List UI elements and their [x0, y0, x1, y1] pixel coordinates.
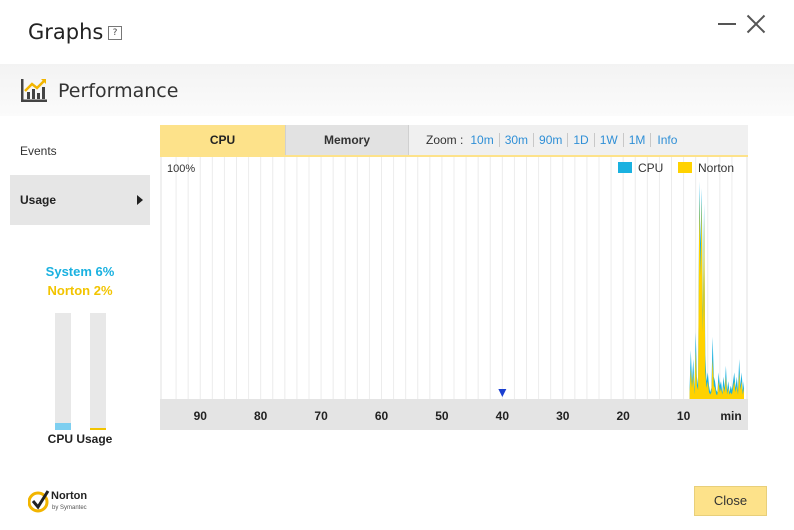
x-tick-label: 80	[254, 409, 268, 423]
x-tick-label: 40	[496, 409, 510, 423]
series-area-cpu	[689, 181, 744, 399]
section-title: Performance	[58, 80, 179, 102]
help-icon[interactable]: ?	[108, 26, 122, 40]
x-tick-label: 20	[616, 409, 630, 423]
graph-panel: CPU Memory Zoom :10m 30m 90m 1D 1W 1M Info 100…	[160, 125, 748, 430]
legend-label-cpu: CPU	[638, 161, 663, 175]
zoom-controls: Zoom :10m 30m 90m 1D 1W 1M Info	[426, 125, 677, 155]
info-link[interactable]: Info	[657, 133, 677, 147]
sidebar-item-label: Usage	[20, 193, 57, 207]
window-title: Graphs	[28, 20, 104, 44]
zoom-option-1m[interactable]: 1M	[623, 133, 652, 147]
norton-logo: Norton by Symantec	[27, 488, 108, 518]
cpu-chart-svg: 100% CPU Norton	[167, 157, 744, 399]
sidebar-item-events[interactable]: Events	[20, 144, 57, 158]
tab-cpu[interactable]: CPU	[160, 125, 285, 155]
zoom-option-10m[interactable]: 10m	[465, 133, 500, 147]
tab-memory[interactable]: Memory	[285, 125, 409, 155]
chevron-right-icon	[137, 195, 143, 205]
y-max-label: 100%	[167, 163, 195, 175]
system-usage-bar	[55, 313, 71, 430]
x-tick-label: 30	[556, 409, 570, 423]
norton-brand: Norton	[51, 490, 88, 502]
norton-usage-fill	[90, 428, 106, 430]
x-tick-label: 60	[375, 409, 389, 423]
x-axis: 90 80 70 60 50 40 30 20 10 min	[160, 399, 748, 430]
cpu-usage-caption: CPU Usage	[47, 432, 113, 446]
minimize-button[interactable]	[717, 12, 737, 32]
close-button[interactable]: Close	[694, 486, 767, 516]
x-tick-label: 70	[314, 409, 328, 423]
x-tick-label: 50	[435, 409, 449, 423]
zoom-option-1w[interactable]: 1W	[594, 133, 624, 147]
zoom-option-90m[interactable]: 90m	[534, 133, 569, 147]
norton-check-icon	[27, 490, 50, 513]
legend-label-norton: Norton	[698, 161, 734, 175]
zoom-label: Zoom :	[426, 133, 464, 147]
zoom-option-1d[interactable]: 1D	[568, 133, 595, 147]
x-tick-label: 10	[677, 409, 691, 423]
legend-swatch-cpu	[618, 162, 632, 173]
system-usage-label: System 6%	[45, 264, 115, 279]
x-tick-label: 90	[194, 409, 208, 423]
norton-usage-bar	[90, 313, 106, 430]
time-marker-icon[interactable]	[498, 389, 507, 397]
close-window-button[interactable]	[746, 14, 766, 34]
series-area-norton	[689, 194, 744, 399]
x-axis-svg: 90 80 70 60 50 40 30 20 10 min	[194, 409, 742, 423]
norton-brand-sub: by Symantec	[52, 505, 87, 511]
zoom-option-30m[interactable]: 30m	[499, 133, 535, 147]
system-usage-fill	[55, 423, 71, 430]
legend-swatch-norton	[678, 162, 692, 173]
title-bar: Graphs ?	[0, 0, 794, 64]
sidebar-item-usage[interactable]: Usage	[10, 175, 150, 225]
cpu-chart: 100% CPU Norton	[162, 157, 746, 399]
performance-icon	[21, 79, 47, 102]
norton-usage-label: Norton 2%	[47, 283, 113, 298]
x-unit-label: min	[720, 409, 741, 423]
